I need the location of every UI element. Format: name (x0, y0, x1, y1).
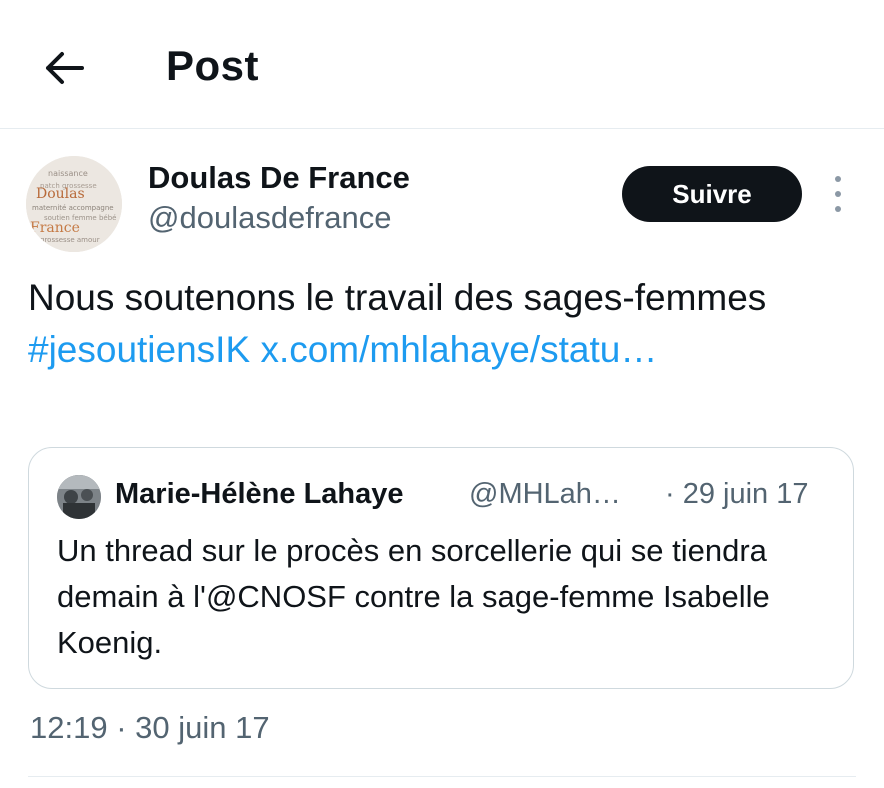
vertical-ellipsis-icon (835, 176, 841, 182)
footer-divider (28, 776, 856, 777)
quote-date: · 29 juin 17 (665, 478, 809, 510)
quoted-tweet-card[interactable]: Marie-Hélène Lahaye @MHLah… · 29 juin 17… (28, 447, 854, 689)
svg-text:Doulas: Doulas (36, 186, 85, 202)
back-button[interactable] (40, 44, 88, 92)
tweet-body: Nous soutenons le travail des sages-femm… (28, 277, 767, 318)
author-name[interactable]: Doulas De France (148, 160, 410, 196)
arrow-left-icon (46, 52, 84, 84)
quote-avatar (57, 475, 101, 519)
vertical-ellipsis-icon (835, 191, 841, 197)
post-page: Post naissance patch grossesse Doulas ma… (0, 0, 884, 788)
tweet-text: Nous soutenons le travail des sages-femm… (28, 272, 818, 376)
hashtag-link[interactable]: #jesoutiensIK (28, 329, 250, 370)
svg-text:grossesse amour: grossesse amour (40, 236, 100, 244)
author-handle[interactable]: @doulasdefrance (148, 200, 391, 236)
page-title: Post (166, 42, 260, 89)
vertical-ellipsis-icon (835, 206, 841, 212)
quote-author-handle: @MHLah… (469, 478, 621, 510)
quote-author-name: Marie-Hélène Lahaye (115, 478, 404, 510)
header-divider (0, 128, 884, 129)
top-bar: Post (0, 0, 884, 128)
quote-text: Un thread sur le procès en sorcellerie q… (57, 533, 770, 660)
more-options-button[interactable] (826, 176, 850, 212)
svg-text:France: France (30, 220, 80, 236)
url-link[interactable]: x.com/mhlahaye/statu… (260, 329, 657, 370)
svg-text:naissance: naissance (48, 169, 88, 178)
post-timestamp[interactable]: 12:19 · 30 juin 17 (30, 710, 270, 746)
avatar[interactable]: naissance patch grossesse Doulas materni… (26, 156, 122, 252)
svg-text:maternité accompagne: maternité accompagne (32, 204, 114, 212)
profile-photo-icon (57, 475, 101, 519)
doulas-logo-icon: naissance patch grossesse Doulas materni… (26, 156, 122, 252)
follow-button[interactable]: Suivre (622, 166, 802, 222)
